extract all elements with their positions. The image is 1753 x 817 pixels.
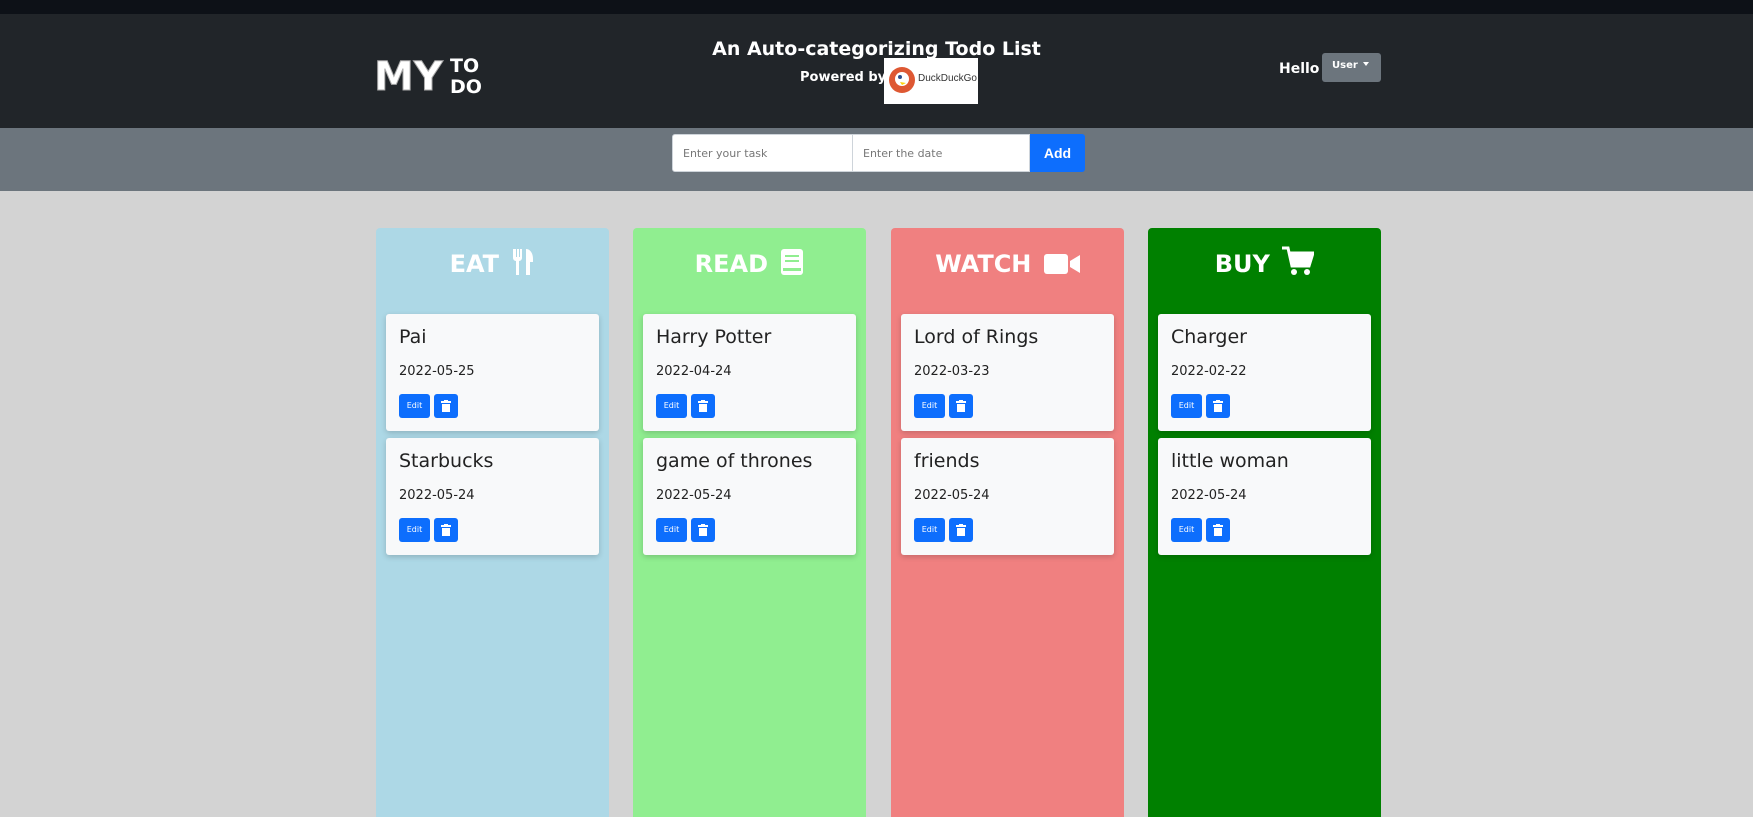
app-title: An Auto-categorizing Todo List	[712, 38, 1041, 60]
delete-button[interactable]	[691, 394, 715, 418]
column-title: WATCH	[935, 250, 1032, 278]
edit-button[interactable]: Edit	[399, 518, 430, 542]
trash-icon	[441, 400, 451, 412]
duckduckgo-name: DuckDuckGo	[918, 73, 977, 84]
task-date: 2022-05-24	[399, 488, 475, 503]
column-title: BUY	[1214, 250, 1270, 278]
column-buy: BUY Charger 2022-02-22 Edit little woman…	[1148, 228, 1381, 817]
video-camera-icon	[1043, 254, 1080, 274]
task-title: game of thrones	[656, 450, 813, 472]
task-date: 2022-05-24	[914, 488, 990, 503]
column-header: BUY	[1148, 246, 1381, 282]
task-title: little woman	[1171, 450, 1289, 472]
task-card: Charger 2022-02-22 Edit	[1158, 314, 1371, 431]
task-date: 2022-05-25	[399, 364, 475, 379]
task-card: game of thrones 2022-05-24 Edit	[643, 438, 856, 555]
column-header: READ	[633, 246, 866, 282]
task-title: Lord of Rings	[914, 326, 1039, 348]
user-menu-button[interactable]: User	[1322, 53, 1381, 82]
column-watch: WATCH Lord of Rings 2022-03-23 Edit frie…	[891, 228, 1124, 817]
book-icon	[781, 249, 804, 275]
column-eat: EAT Pai 2022-05-25 Edit Starbucks 2022-0…	[376, 228, 609, 817]
edit-button[interactable]: Edit	[399, 394, 430, 418]
task-input[interactable]	[672, 134, 853, 172]
powered-by-label: Powered by	[800, 70, 887, 85]
edit-button[interactable]: Edit	[914, 394, 945, 418]
user-menu-label: User	[1332, 60, 1358, 71]
top-strip	[0, 0, 1753, 14]
task-date: 2022-02-22	[1171, 364, 1247, 379]
trash-icon	[698, 524, 708, 536]
edit-button[interactable]: Edit	[656, 394, 687, 418]
task-date: 2022-05-24	[656, 488, 732, 503]
column-header: EAT	[376, 246, 609, 282]
duckduckgo-badge[interactable]: DuckDuckGo	[884, 58, 978, 104]
delete-button[interactable]	[949, 518, 973, 542]
duckduckgo-icon	[889, 67, 915, 93]
delete-button[interactable]	[1206, 394, 1230, 418]
svg-text:MY: MY	[374, 54, 444, 100]
trash-icon	[956, 400, 966, 412]
task-date: 2022-04-24	[656, 364, 732, 379]
delete-button[interactable]	[691, 518, 715, 542]
trash-icon	[956, 524, 966, 536]
svg-text:DO: DO	[450, 76, 482, 98]
task-card: Harry Potter 2022-04-24 Edit	[643, 314, 856, 431]
edit-button[interactable]: Edit	[1171, 394, 1202, 418]
task-title: Charger	[1171, 326, 1247, 348]
task-title: Pai	[399, 326, 427, 348]
edit-button[interactable]: Edit	[656, 518, 687, 542]
trash-icon	[1213, 524, 1223, 536]
add-button[interactable]: Add	[1030, 134, 1085, 172]
task-card: friends 2022-05-24 Edit	[901, 438, 1114, 555]
trash-icon	[698, 400, 708, 412]
column-title: READ	[694, 250, 768, 278]
column-title: EAT	[449, 250, 500, 278]
column-read: READ Harry Potter 2022-04-24 Edit game o…	[633, 228, 866, 817]
edit-button[interactable]: Edit	[914, 518, 945, 542]
column-header: WATCH	[891, 246, 1124, 282]
delete-button[interactable]	[434, 394, 458, 418]
trash-icon	[441, 524, 451, 536]
utensils-icon	[513, 249, 534, 275]
trash-icon	[1213, 400, 1223, 412]
task-card: little woman 2022-05-24 Edit	[1158, 438, 1371, 555]
delete-button[interactable]	[434, 518, 458, 542]
task-date: 2022-03-23	[914, 364, 990, 379]
task-title: Starbucks	[399, 450, 494, 472]
task-card: Starbucks 2022-05-24 Edit	[386, 438, 599, 555]
task-card: Pai 2022-05-25 Edit	[386, 314, 599, 431]
chevron-down-icon	[1362, 62, 1369, 66]
cart-icon	[1282, 246, 1316, 275]
board	[0, 191, 1753, 817]
task-title: Harry Potter	[656, 326, 772, 348]
greeting: Hello	[1279, 61, 1320, 77]
task-title: friends	[914, 450, 980, 472]
delete-button[interactable]	[1206, 518, 1230, 542]
task-card: Lord of Rings 2022-03-23 Edit	[901, 314, 1114, 431]
delete-button[interactable]	[949, 394, 973, 418]
date-input[interactable]	[852, 134, 1030, 172]
task-date: 2022-05-24	[1171, 488, 1247, 503]
edit-button[interactable]: Edit	[1171, 518, 1202, 542]
